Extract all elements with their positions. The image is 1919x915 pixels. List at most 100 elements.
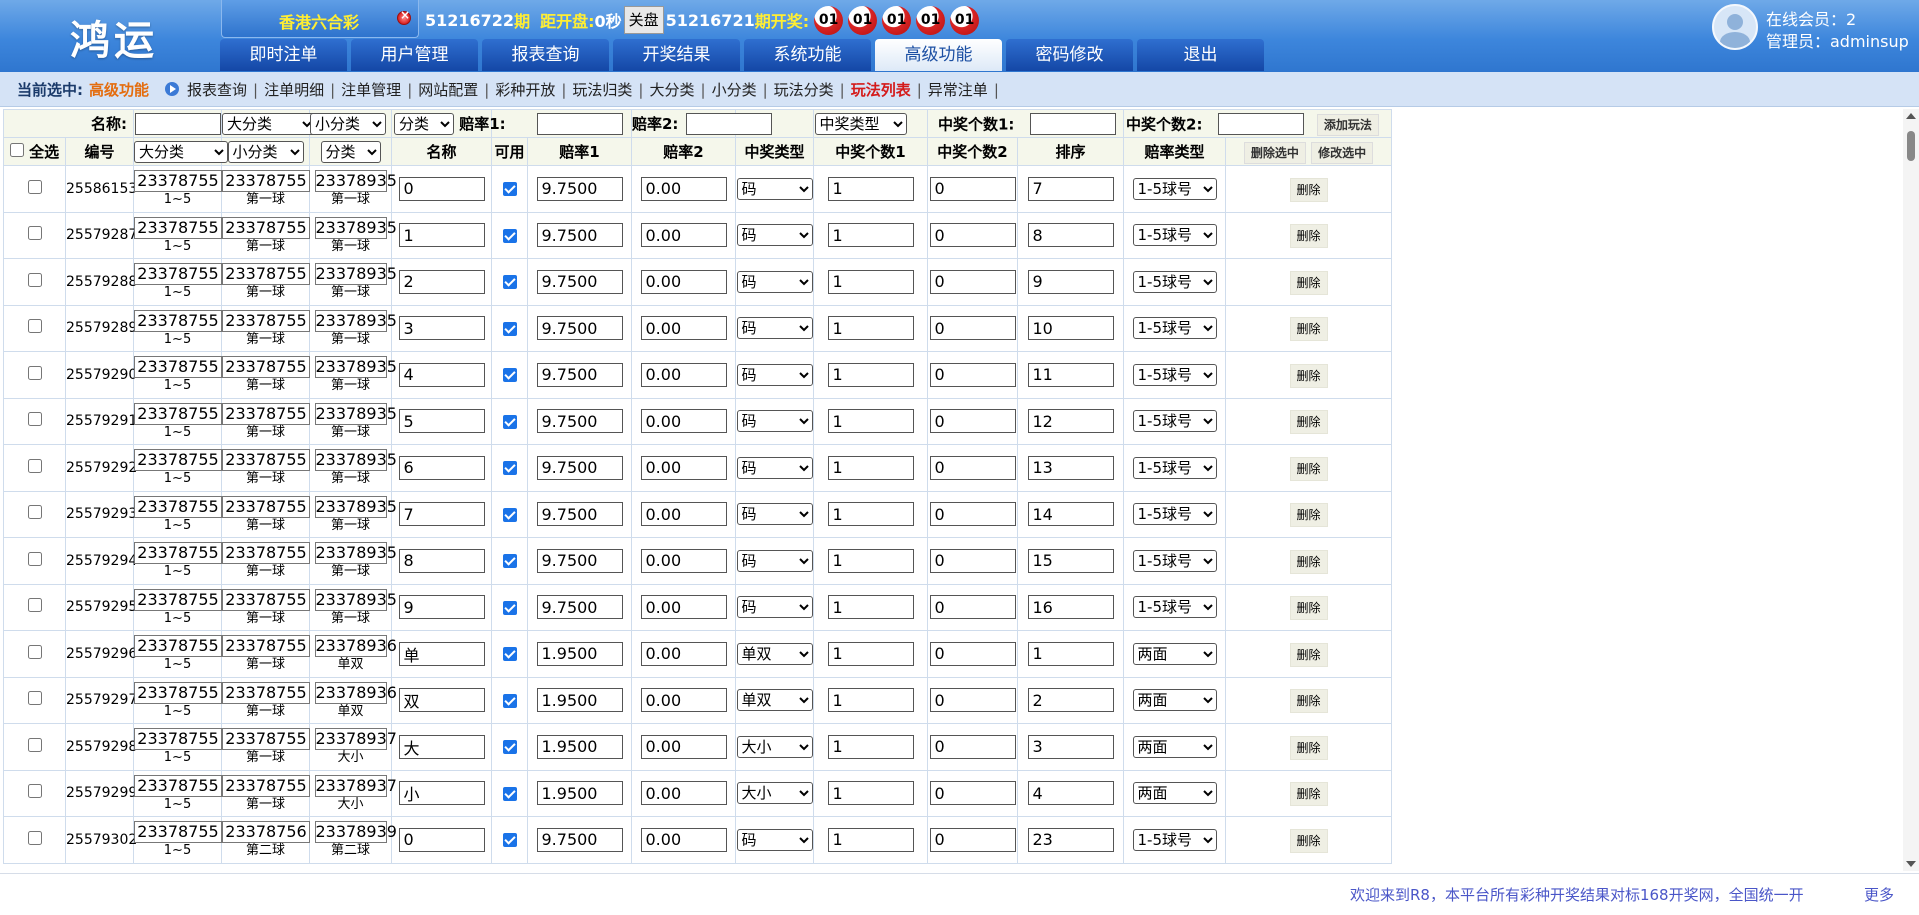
odds2-input[interactable] <box>640 455 727 480</box>
enabled-checkbox[interactable] <box>502 833 517 848</box>
small-category-box[interactable]: 23378755 <box>222 170 310 193</box>
odds-type-select[interactable]: 两面 <box>1132 782 1217 805</box>
category-box[interactable]: 23378935 <box>314 356 397 379</box>
win-count1-input[interactable] <box>827 781 914 806</box>
order-input[interactable] <box>1027 734 1114 759</box>
big-category-box[interactable]: 23378755 <box>134 495 222 518</box>
odds2-input[interactable] <box>640 223 727 248</box>
nav-item[interactable]: 高级功能 <box>875 39 1002 71</box>
small-category-box[interactable]: 23378755 <box>222 402 310 425</box>
name-input[interactable] <box>398 827 485 852</box>
odds2-input[interactable] <box>640 176 727 201</box>
submenu-link[interactable]: 注单管理 <box>341 81 401 99</box>
order-input[interactable] <box>1027 688 1114 713</box>
odds1-input[interactable] <box>536 316 623 341</box>
delete-button[interactable]: 删除 <box>1289 177 1328 202</box>
row-checkbox[interactable] <box>27 458 42 473</box>
big-category-box[interactable]: 23378755 <box>134 728 222 751</box>
odds2-input[interactable] <box>640 827 727 852</box>
order-input[interactable] <box>1027 409 1114 434</box>
win-count1-input[interactable] <box>827 455 914 480</box>
odds-type-select[interactable]: 两面 <box>1132 689 1217 712</box>
category-box[interactable]: 23378937 <box>314 774 397 797</box>
delete-selected-button[interactable]: 删除选中 <box>1243 141 1306 164</box>
win-type-select[interactable]: 码 <box>736 549 813 572</box>
enabled-checkbox[interactable] <box>502 368 517 383</box>
big-category-box[interactable]: 23378755 <box>134 635 222 658</box>
odds-type-select[interactable]: 1-5球号 <box>1132 828 1217 851</box>
win-count2-input[interactable] <box>929 734 1016 759</box>
nav-item[interactable]: 用户管理 <box>351 39 478 71</box>
small-category-box[interactable]: 23378755 <box>222 681 310 704</box>
big-category-box[interactable]: 23378755 <box>134 170 222 193</box>
order-input[interactable] <box>1027 827 1114 852</box>
win-count1-input[interactable] <box>827 409 914 434</box>
odds1-input[interactable] <box>536 688 623 713</box>
name-input[interactable] <box>398 641 485 666</box>
row-checkbox[interactable] <box>27 412 42 427</box>
odds2-input[interactable] <box>640 734 727 759</box>
odds-type-select[interactable]: 1-5球号 <box>1132 224 1217 247</box>
order-input[interactable] <box>1027 502 1114 527</box>
win-count2-input[interactable] <box>929 409 1016 434</box>
category-box[interactable]: 23378935 <box>314 309 397 332</box>
win-type-select[interactable]: 码 <box>736 270 813 293</box>
win-count1-input[interactable] <box>827 269 914 294</box>
close-icon[interactable] <box>397 8 411 25</box>
row-checkbox[interactable] <box>27 784 42 799</box>
delete-button[interactable]: 删除 <box>1289 596 1328 621</box>
delete-button[interactable]: 删除 <box>1289 735 1328 760</box>
odds1-input[interactable] <box>536 409 623 434</box>
name-input[interactable] <box>398 502 485 527</box>
category-box[interactable]: 23378939 <box>314 821 397 844</box>
small-category-box[interactable]: 23378755 <box>222 309 310 332</box>
name-input[interactable] <box>398 316 485 341</box>
odds1-input[interactable] <box>536 641 623 666</box>
win-count2-input[interactable] <box>929 502 1016 527</box>
odds2-input[interactable] <box>640 595 727 620</box>
win-count1-input[interactable] <box>827 502 914 527</box>
enabled-checkbox[interactable] <box>502 507 517 522</box>
win-count1-input[interactable] <box>827 316 914 341</box>
row-checkbox[interactable] <box>27 737 42 752</box>
win-count1-input[interactable] <box>827 223 914 248</box>
order-input[interactable] <box>1027 781 1114 806</box>
odds-type-select[interactable]: 两面 <box>1132 642 1217 665</box>
enabled-checkbox[interactable] <box>502 461 517 476</box>
big-category-box[interactable]: 23378755 <box>134 681 222 704</box>
category-box[interactable]: 23378936 <box>314 681 397 704</box>
nav-item[interactable]: 报表查询 <box>482 39 609 71</box>
order-input[interactable] <box>1027 316 1114 341</box>
enabled-checkbox[interactable] <box>502 414 517 429</box>
win-count2-input[interactable] <box>929 595 1016 620</box>
win-count1-input[interactable] <box>827 827 914 852</box>
stop-betting-button[interactable]: 关盘 <box>623 6 664 34</box>
nav-item[interactable]: 密码修改 <box>1006 39 1133 71</box>
row-checkbox[interactable] <box>27 226 42 241</box>
big-category-box[interactable]: 23378755 <box>134 263 222 286</box>
odds1-input[interactable] <box>536 269 623 294</box>
enabled-checkbox[interactable] <box>502 275 517 290</box>
odds1-input[interactable] <box>536 502 623 527</box>
delete-button[interactable]: 删除 <box>1289 689 1328 714</box>
delete-button[interactable]: 删除 <box>1289 642 1328 667</box>
scroll-up-icon[interactable] <box>1906 113 1916 119</box>
scroll-down-icon[interactable] <box>1906 861 1916 867</box>
order-input[interactable] <box>1027 595 1114 620</box>
more-link[interactable]: 更多 <box>1864 884 1894 905</box>
order-input[interactable] <box>1027 455 1114 480</box>
odds2-input[interactable] <box>640 641 727 666</box>
nav-item[interactable]: 开奖结果 <box>613 39 740 71</box>
small-category-box[interactable]: 23378755 <box>222 495 310 518</box>
small-category-box[interactable]: 23378755 <box>222 635 310 658</box>
odds-type-select[interactable]: 两面 <box>1132 735 1217 758</box>
odds2-input[interactable] <box>640 409 727 434</box>
order-input[interactable] <box>1027 641 1114 666</box>
odds1-input[interactable] <box>536 781 623 806</box>
row-checkbox[interactable] <box>27 505 42 520</box>
name-input[interactable] <box>398 176 485 201</box>
win-count2-input[interactable] <box>929 688 1016 713</box>
big-category-box[interactable]: 23378755 <box>134 449 222 472</box>
small-category-box[interactable]: 23378755 <box>222 449 310 472</box>
category-box[interactable]: 23378935 <box>314 170 397 193</box>
